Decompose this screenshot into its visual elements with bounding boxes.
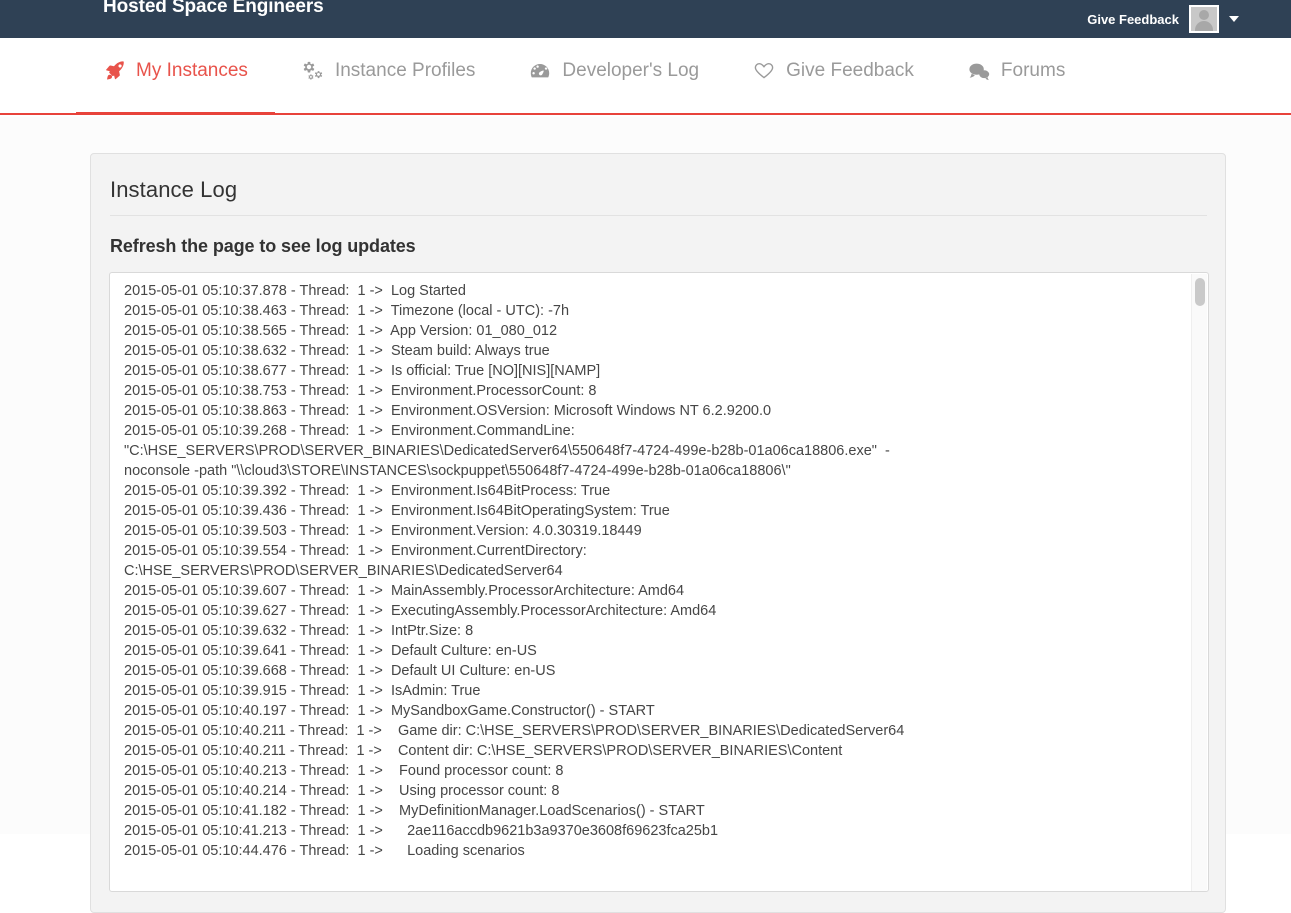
log-line: 2015-05-01 05:10:41.182 - Thread: 1 -> M… — [124, 803, 705, 819]
log-line: 2015-05-01 05:10:37.878 - Thread: 1 -> L… — [124, 283, 466, 299]
log-line: 2015-05-01 05:10:38.753 - Thread: 1 -> E… — [124, 383, 597, 399]
log-line: 2015-05-01 05:10:41.213 - Thread: 1 -> 2… — [124, 823, 719, 839]
nav-item-instance-profiles[interactable]: Instance Profiles — [275, 38, 502, 113]
nav-label-give-feedback: Give Feedback — [786, 60, 914, 81]
nav-label-my-instances: My Instances — [136, 60, 248, 81]
log-line: 2015-05-01 05:10:39.627 - Thread: 1 -> E… — [124, 603, 717, 619]
log-line: 2015-05-01 05:10:40.213 - Thread: 1 -> F… — [124, 763, 564, 779]
log-line: 2015-05-01 05:10:39.268 - Thread: 1 -> E… — [124, 423, 890, 479]
brand-title[interactable]: Hosted Space Engineers — [103, 0, 324, 18]
log-line: 2015-05-01 05:10:40.214 - Thread: 1 -> U… — [124, 783, 560, 799]
panel-divider — [110, 215, 1207, 216]
log-line: 2015-05-01 05:10:39.436 - Thread: 1 -> E… — [124, 503, 670, 519]
log-line: 2015-05-01 05:10:39.392 - Thread: 1 -> E… — [124, 483, 611, 499]
panel-subtitle: Refresh the page to see log updates — [110, 236, 416, 256]
nav-list: My Instances Instance Profiles Developer… — [76, 38, 1092, 115]
page-title: Instance Log — [110, 177, 238, 202]
nav-item-give-feedback[interactable]: Give Feedback — [726, 38, 941, 113]
log-line: 2015-05-01 05:10:38.565 - Thread: 1 -> A… — [124, 323, 558, 339]
log-line: 2015-05-01 05:10:39.632 - Thread: 1 -> I… — [124, 623, 474, 639]
comments-icon — [968, 61, 990, 81]
instance-log-panel: Instance Log Refresh the page to see log… — [90, 153, 1226, 913]
log-line: 2015-05-01 05:10:39.607 - Thread: 1 -> M… — [124, 583, 685, 599]
nav-label-forums: Forums — [1000, 60, 1066, 81]
log-line: 2015-05-01 05:10:38.463 - Thread: 1 -> T… — [124, 303, 570, 319]
page-body: Instance Log Refresh the page to see log… — [0, 117, 1291, 913]
nav-label-instance-profiles: Instance Profiles — [334, 60, 476, 81]
log-line: 2015-05-01 05:10:38.632 - Thread: 1 -> S… — [124, 343, 550, 359]
log-line: 2015-05-01 05:10:40.197 - Thread: 1 -> M… — [124, 703, 655, 719]
gears-icon — [302, 61, 324, 81]
nav-item-forums[interactable]: Forums — [941, 38, 1092, 113]
log-scrollbar-track[interactable] — [1191, 274, 1207, 891]
log-line: 2015-05-01 05:10:40.211 - Thread: 1 -> C… — [124, 743, 843, 759]
chevron-down-icon[interactable] — [1229, 16, 1239, 22]
user-avatar-icon[interactable] — [1189, 5, 1219, 33]
log-line: 2015-05-01 05:10:39.554 - Thread: 1 -> E… — [124, 543, 591, 579]
give-feedback-top-link[interactable]: Give Feedback — [1087, 12, 1179, 27]
log-scrollbar-thumb[interactable] — [1195, 278, 1205, 306]
heart-icon — [753, 61, 775, 81]
topbar-right-group: Give Feedback — [1087, 0, 1239, 38]
log-line: 2015-05-01 05:10:40.211 - Thread: 1 -> G… — [124, 723, 905, 739]
log-line: 2015-05-01 05:10:39.503 - Thread: 1 -> E… — [124, 523, 642, 539]
log-output-textarea[interactable]: 2015-05-01 05:10:37.878 - Thread: 1 -> L… — [109, 272, 1209, 892]
log-line: 2015-05-01 05:10:39.915 - Thread: 1 -> I… — [124, 683, 481, 699]
log-line: 2015-05-01 05:10:38.677 - Thread: 1 -> I… — [124, 363, 601, 379]
nav-item-my-instances[interactable]: My Instances — [76, 38, 275, 115]
log-text-content: 2015-05-01 05:10:37.878 - Thread: 1 -> L… — [124, 281, 924, 861]
nav-label-developers-log: Developer's Log — [562, 60, 700, 81]
rocket-icon — [103, 61, 125, 81]
nav-item-developers-log[interactable]: Developer's Log — [502, 38, 726, 113]
dashboard-icon — [529, 61, 551, 81]
top-header-bar: Hosted Space Engineers Give Feedback — [0, 0, 1291, 38]
main-navigation-bar: My Instances Instance Profiles Developer… — [0, 38, 1291, 115]
log-line: 2015-05-01 05:10:39.641 - Thread: 1 -> D… — [124, 643, 537, 659]
log-line: 2015-05-01 05:10:38.863 - Thread: 1 -> E… — [124, 403, 772, 419]
log-line: 2015-05-01 05:10:44.476 - Thread: 1 -> L… — [124, 843, 525, 859]
log-line: 2015-05-01 05:10:39.668 - Thread: 1 -> D… — [124, 663, 556, 679]
